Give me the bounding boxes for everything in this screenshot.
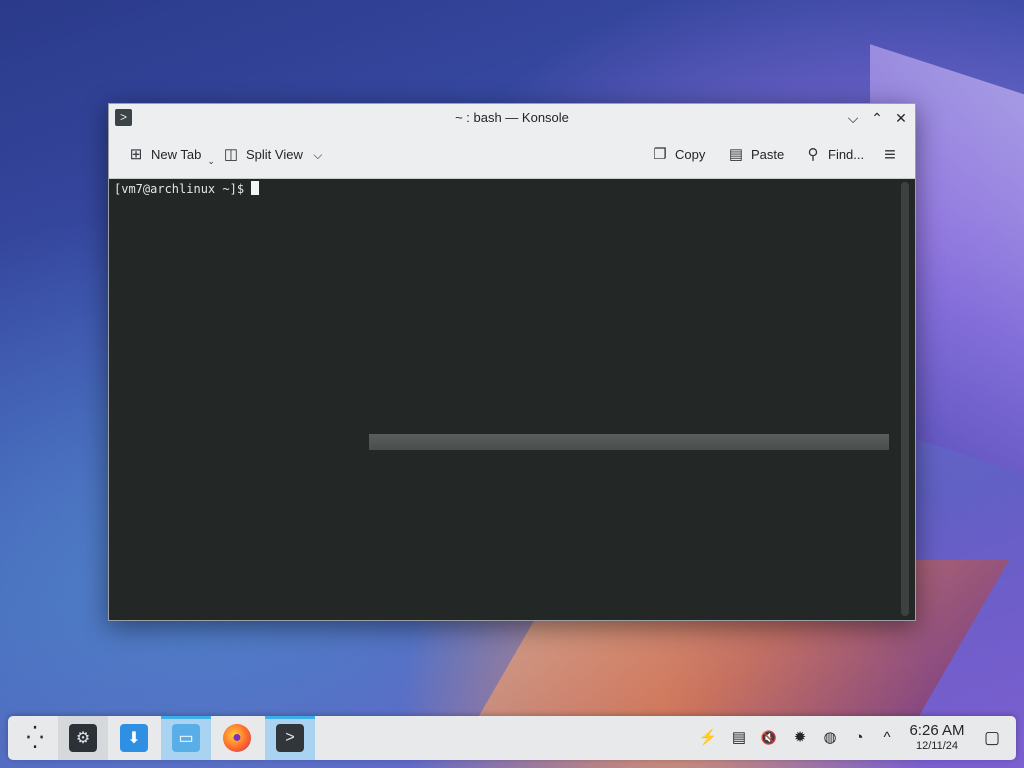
minimize-button[interactable]: ⌵ — [843, 108, 863, 128]
hamburger-menu-button[interactable]: ≡ — [881, 144, 899, 166]
updates-icon[interactable]: ◔ — [849, 726, 869, 750]
settings-icon: ⚙ — [69, 724, 97, 752]
clock-time: 6:26 AM — [909, 722, 965, 739]
search-icon: ⚲ — [807, 146, 819, 163]
copy-button[interactable]: ❐ Copy — [651, 144, 705, 166]
network-icon[interactable]: ⚡ — [698, 726, 718, 750]
chevron-down-icon[interactable]: ⌵ — [309, 144, 327, 166]
discover-icon: ⬇ — [120, 724, 148, 752]
copy-label: Copy — [675, 147, 706, 162]
task-firefox[interactable]: ● — [212, 716, 262, 760]
tray-expand-icon[interactable]: ^ — [877, 726, 897, 750]
firefox-icon: ● — [223, 724, 251, 752]
launcher-icon: ⁛ — [26, 725, 44, 750]
terminal-highlight-band — [369, 434, 889, 450]
volume-muted-icon[interactable]: 🔇 — [759, 726, 779, 750]
new-tab-label: New Tab — [151, 147, 202, 162]
terminal-area[interactable]: [vm7@archlinux ~]$ — [109, 179, 899, 620]
terminal-prompt: [vm7@archlinux ~]$ — [114, 181, 260, 196]
terminal-scrollbar[interactable] — [901, 182, 909, 616]
task-konsole[interactable]: > — [265, 716, 315, 760]
konsole-window[interactable]: > ~ : bash — Konsole ⌵ ⌃ ✕ ⊞ New Tab ⌄ ◫… — [108, 103, 916, 621]
split-view-label: Split View — [246, 147, 303, 162]
new-tab-icon: ⊞ — [129, 146, 143, 163]
digital-clock[interactable]: 6:26 AM 12/11/24 — [906, 722, 968, 753]
chevron-down-icon: ⌄ — [207, 156, 215, 166]
globe-icon[interactable]: ◍ — [820, 726, 840, 750]
task-discover[interactable]: ⬇ — [109, 716, 159, 760]
clock-date: 12/11/24 — [915, 740, 958, 752]
maximize-button[interactable]: ⌃ — [867, 108, 887, 128]
paste-button[interactable]: ▤ Paste — [727, 144, 784, 166]
copy-icon: ❐ — [653, 146, 667, 163]
brightness-icon[interactable]: ✹ — [790, 726, 810, 750]
find-label: Find... — [828, 147, 865, 162]
show-desktop-icon[interactable]: ▢ — [982, 726, 1002, 750]
hamburger-menu-icon: ≡ — [884, 144, 896, 166]
paste-label: Paste — [751, 147, 785, 162]
konsole-icon: > — [276, 724, 304, 752]
close-button[interactable]: ✕ — [891, 108, 911, 128]
clipboard-icon[interactable]: ▤ — [729, 726, 749, 750]
text-cursor — [251, 181, 260, 195]
task-system-settings[interactable]: ⚙ — [58, 716, 108, 760]
split-view-icon: ◫ — [223, 146, 239, 163]
new-tab-button[interactable]: ⊞ New Tab ⌄ — [127, 144, 215, 166]
window-titlebar[interactable]: > ~ : bash — Konsole ⌵ ⌃ ✕ — [109, 104, 915, 132]
application-launcher-button[interactable]: ⁛ — [10, 716, 60, 760]
konsole-toolbar: ⊞ New Tab ⌄ ◫ Split View ⌵ ❐ Copy ▤ Past… — [109, 132, 915, 179]
prompt-text: [vm7@archlinux ~]$ — [114, 182, 245, 196]
folder-icon: ▭ — [172, 724, 200, 752]
split-view-button[interactable]: ◫ Split View ⌵ — [222, 144, 327, 166]
paste-icon: ▤ — [728, 146, 744, 163]
find-button[interactable]: ⚲ Find... — [804, 144, 865, 166]
window-title: ~ : bash — Konsole — [455, 110, 569, 125]
taskbar: ⁛ ⚙ ⬇ ▭ ● > ⚡ ▤ 🔇 ✹ ◍ ◔ ^ 6:26 AM 12/11/… — [8, 716, 1016, 760]
task-dolphin[interactable]: ▭ — [161, 716, 211, 760]
